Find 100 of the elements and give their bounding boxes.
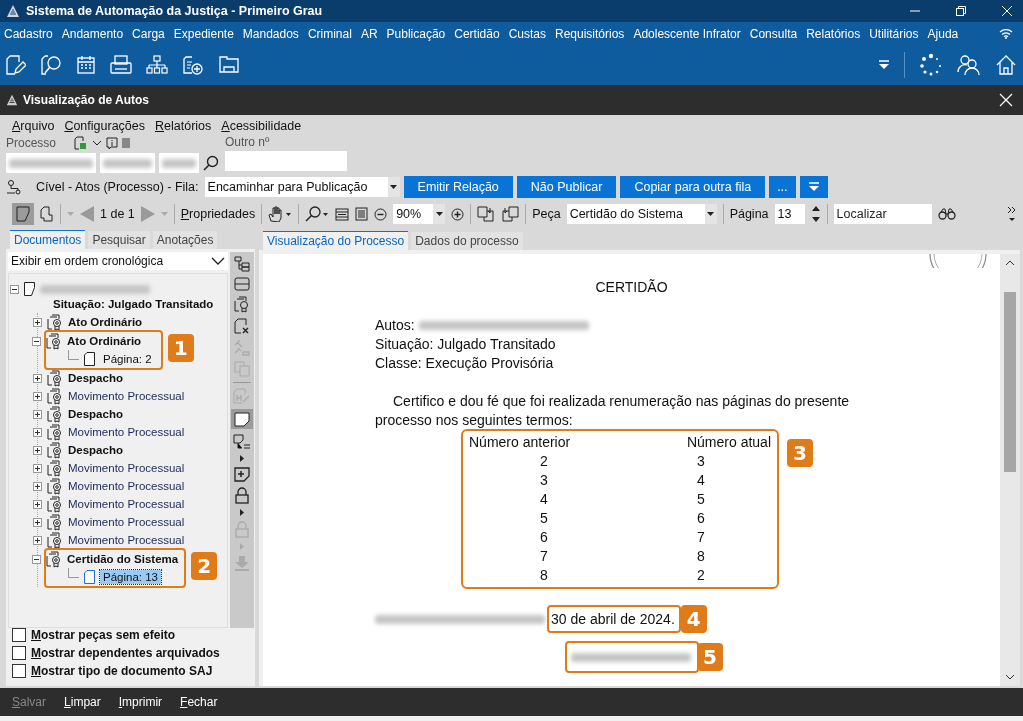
process-number-field[interactable] bbox=[159, 153, 199, 173]
tree-item[interactable]: Despacho bbox=[68, 444, 123, 456]
tree-item[interactable]: Despacho bbox=[68, 372, 123, 384]
action-button[interactable]: Emitir Relação bbox=[403, 176, 513, 198]
checkbox[interactable] bbox=[12, 628, 26, 642]
other-number-field[interactable] bbox=[225, 151, 347, 171]
printer-icon[interactable] bbox=[110, 55, 132, 75]
menu-item[interactable]: AR bbox=[360, 26, 378, 41]
fit-width-icon[interactable] bbox=[335, 207, 350, 221]
menu-item[interactable]: Criminal bbox=[307, 26, 352, 41]
action-button[interactable]: Não Publicar bbox=[516, 176, 617, 198]
tree-expander[interactable] bbox=[33, 499, 42, 509]
binoculars-icon[interactable] bbox=[937, 208, 956, 220]
list-view-icon[interactable] bbox=[234, 277, 250, 291]
page-view-button[interactable] bbox=[12, 203, 34, 225]
note-button[interactable] bbox=[231, 409, 253, 429]
page-rotate-icon[interactable] bbox=[40, 206, 54, 222]
menu-item[interactable]: Adolescente Infrator bbox=[633, 26, 741, 41]
certificate-icon[interactable] bbox=[234, 296, 250, 313]
edit-document-icon[interactable] bbox=[6, 54, 26, 76]
caret-icon[interactable] bbox=[240, 455, 244, 462]
menu-item[interactable]: Mandados bbox=[242, 26, 299, 41]
panel-tab[interactable]: Dados do processo bbox=[411, 232, 523, 250]
menu-item[interactable]: Utilitários bbox=[869, 26, 919, 41]
menu-item[interactable]: Certidão bbox=[454, 26, 500, 41]
checkbox[interactable] bbox=[12, 664, 26, 678]
menu-item[interactable]: Acessibilidade bbox=[221, 119, 302, 133]
menu-item[interactable]: Configurações bbox=[64, 119, 145, 133]
collapse-icon[interactable] bbox=[878, 59, 890, 71]
tree-item[interactable]: Movimento Processual bbox=[68, 426, 185, 438]
tree-item[interactable]: Movimento Processual bbox=[68, 480, 185, 492]
delete-document-icon[interactable] bbox=[234, 318, 250, 335]
panel-tab[interactable]: Documentos bbox=[10, 230, 86, 249]
tree-item[interactable]: Página: 2 bbox=[100, 352, 155, 366]
fit-page-icon[interactable] bbox=[355, 207, 369, 221]
folder-icon[interactable] bbox=[218, 55, 240, 75]
zoom-out-icon[interactable] bbox=[374, 207, 388, 221]
search-document-icon[interactable] bbox=[40, 54, 62, 76]
menu-item[interactable]: Andamento bbox=[61, 26, 124, 41]
scroll-down-icon[interactable] bbox=[1005, 674, 1015, 680]
tree-item[interactable]: Certidão do Sistema bbox=[67, 553, 179, 565]
action-button[interactable]: Copiar para outra fila bbox=[620, 176, 766, 198]
tree-expander[interactable] bbox=[33, 517, 42, 527]
tree-expander[interactable] bbox=[33, 535, 42, 545]
restore-icon[interactable] bbox=[955, 5, 967, 17]
action-button[interactable]: ... bbox=[769, 176, 796, 198]
footer-button[interactable]: Fechar bbox=[180, 695, 218, 709]
tree-item[interactable]: Ato Ordinário bbox=[68, 316, 143, 328]
tree-item[interactable]: Movimento Processual bbox=[68, 390, 185, 402]
tree-expander[interactable] bbox=[33, 427, 42, 437]
tree-expander[interactable] bbox=[10, 284, 19, 294]
lock-icon[interactable] bbox=[235, 487, 249, 504]
checkbox-label[interactable]: Mostrar tipo de documento SAJ bbox=[31, 664, 213, 678]
spinner-icon[interactable] bbox=[810, 205, 821, 223]
tree-item[interactable]: Ato Ordinário bbox=[67, 335, 142, 347]
piece-dropdown[interactable]: Certidão do Sistema bbox=[566, 204, 717, 224]
order-dropdown[interactable]: Exibir em ordem cronológica bbox=[8, 252, 228, 270]
close-icon[interactable] bbox=[999, 93, 1013, 107]
menu-item[interactable]: Requisitórios bbox=[555, 26, 625, 41]
tree-expander[interactable] bbox=[32, 554, 41, 564]
calendar-icon[interactable] bbox=[76, 55, 96, 75]
scroll-up-icon[interactable] bbox=[1005, 260, 1015, 266]
close-icon[interactable] bbox=[1001, 5, 1013, 17]
tree-item[interactable]: Página: 13 bbox=[100, 570, 161, 584]
properties-button[interactable]: Propriedades bbox=[180, 207, 256, 221]
info-note-icon[interactable] bbox=[106, 136, 119, 150]
menu-item[interactable]: Arquivo bbox=[12, 119, 55, 133]
menu-item[interactable]: Relatórios bbox=[806, 26, 861, 41]
tree-item[interactable]: Movimento Processual bbox=[68, 498, 185, 510]
menu-item[interactable]: Ajuda bbox=[927, 26, 959, 41]
hierarchy-icon[interactable] bbox=[146, 55, 168, 75]
queue-dropdown[interactable]: Encaminhar para Publicação bbox=[204, 177, 400, 197]
checkbox[interactable] bbox=[12, 646, 26, 660]
tree-expander[interactable] bbox=[33, 481, 42, 491]
tree-expander[interactable] bbox=[33, 463, 42, 473]
panel-tab[interactable]: Pesquisar bbox=[88, 231, 150, 249]
home-icon[interactable] bbox=[995, 54, 1017, 76]
process-number-field[interactable] bbox=[6, 153, 96, 173]
checkbox-label[interactable]: Mostrar dependentes arquivados bbox=[31, 646, 220, 660]
tree-item[interactable]: Movimento Processual bbox=[68, 516, 185, 528]
tree-item[interactable]: Despacho bbox=[68, 408, 123, 420]
hand-tool-icon[interactable] bbox=[268, 206, 293, 222]
tree-expander[interactable] bbox=[33, 409, 42, 419]
menu-item[interactable]: Carga bbox=[132, 26, 165, 41]
note-list-icon[interactable] bbox=[233, 434, 251, 450]
checkbox-label[interactable]: Mostrar peças sem efeito bbox=[31, 628, 176, 642]
overflow-icon[interactable] bbox=[1007, 205, 1017, 223]
footer-button[interactable]: Imprimir bbox=[118, 695, 163, 709]
tree-expander[interactable] bbox=[32, 336, 41, 346]
tree-item[interactable]: Movimento Processual bbox=[68, 462, 185, 474]
caret-icon[interactable] bbox=[240, 509, 244, 516]
tree-expander[interactable] bbox=[33, 391, 42, 401]
users-icon[interactable] bbox=[957, 54, 981, 76]
zoom-dropdown[interactable]: 90% bbox=[393, 204, 446, 224]
search-icon[interactable] bbox=[203, 155, 219, 171]
panel-tab[interactable]: Anotações bbox=[152, 231, 218, 249]
menu-item[interactable]: Cadastro bbox=[4, 26, 53, 41]
zoom-tool-icon[interactable] bbox=[305, 206, 330, 222]
menu-item[interactable]: Publicação bbox=[386, 26, 446, 41]
menu-item[interactable]: Consulta bbox=[749, 26, 798, 41]
